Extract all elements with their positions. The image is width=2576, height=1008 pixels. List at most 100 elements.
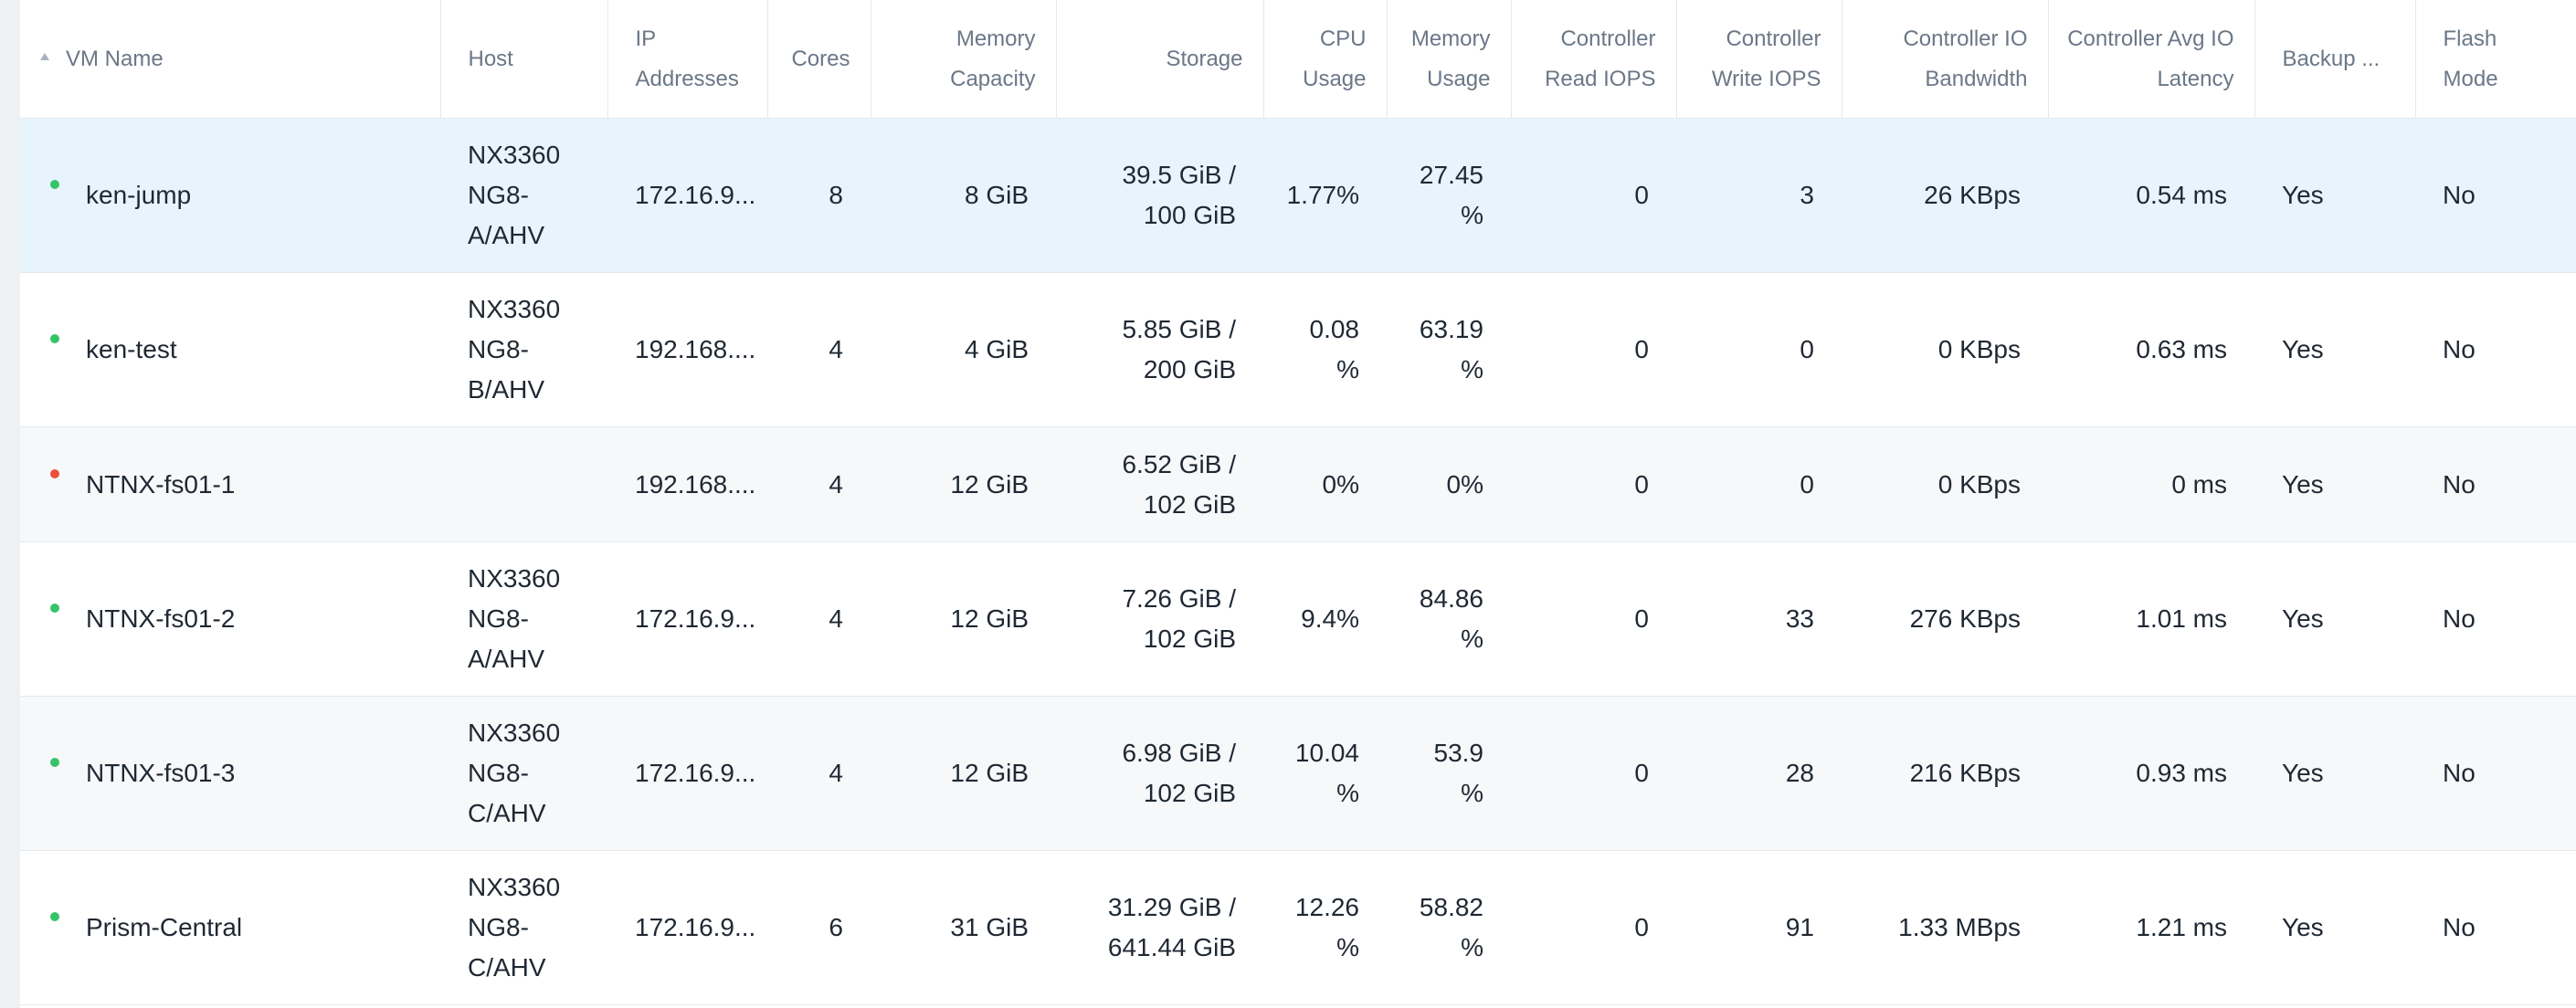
table-row[interactable]: NTNX-fs01-3 NX3360 NG8- C/AHV 172.16.9... 4 12… [20, 696, 2576, 851]
host-cell-line: NG8- [468, 335, 529, 363]
controller-io-bandwidth-cell: 276 KBps [1842, 541, 2048, 697]
host-cell-line: A/AHV [468, 221, 545, 249]
memory-usage-cell: 84.86% [1387, 541, 1511, 697]
column-header-memory-usage[interactable]: Memory Usage [1387, 0, 1512, 119]
vm-name[interactable]: NTNX-fs01-1 [86, 470, 235, 499]
host-cell: NX3360 NG8- C/AHV [440, 696, 607, 851]
controller-avg-io-latency-cell: 0 ms [2048, 426, 2254, 542]
storage-cell: 6.52 GiB / 102 GiB [1056, 426, 1263, 542]
cpu-usage-cell: 9.4% [1263, 541, 1387, 697]
storage-cell-line: 102 GiB [1143, 779, 1236, 807]
ip-address-cell: 192.168.... [607, 272, 767, 427]
controller-avg-io-latency-cell: 0.63 ms [2048, 272, 2254, 427]
storage-cell-line: 39.5 GiB / [1122, 161, 1236, 189]
controller-read-iops-cell: 0 [1511, 696, 1676, 851]
controller-write-iops-cell: 0 [1676, 272, 1842, 427]
table-row[interactable]: Prism-Central NX3360 NG8- C/AHV 172.16.9... 6… [20, 850, 2576, 1005]
controller-io-bandwidth-cell: 0 KBps [1842, 426, 2048, 542]
controller-write-iops-cell: 0 [1676, 426, 1842, 542]
ip-address-cell: 172.16.9... [607, 118, 767, 273]
status-dot-icon [50, 758, 59, 767]
storage-cell: 7.26 GiB / 102 GiB [1056, 541, 1263, 697]
cores-cell: 4 [767, 426, 871, 542]
backup-cell: Yes [2254, 541, 2415, 697]
controller-avg-io-latency-cell: 1.01 ms [2048, 541, 2254, 697]
memory-capacity-cell: 12 GiB [871, 426, 1056, 542]
column-header-controller-read-iops[interactable]: Controller Read IOPS [1511, 0, 1677, 119]
memory-usage-cell: 53.9% [1387, 696, 1511, 851]
storage-cell-line: 100 GiB [1143, 201, 1236, 229]
controller-write-iops-cell: 3 [1676, 118, 1842, 273]
storage-cell-line: 200 GiB [1143, 355, 1236, 383]
cores-cell: 4 [767, 541, 871, 697]
host-cell-line: NG8- [468, 913, 529, 941]
cpu-usage-cell: 1.77% [1263, 118, 1387, 273]
vm-name[interactable]: ken-jump [86, 181, 191, 209]
cores-cell: 4 [767, 272, 871, 427]
cpu-usage-cell: 12.26% [1263, 850, 1387, 1005]
column-header-backup[interactable]: Backup ... [2254, 0, 2416, 119]
memory-usage-cell-line: % [1461, 933, 1483, 961]
vm-name-cell[interactable]: NTNX-fs01-1 [20, 426, 440, 542]
vm-name[interactable]: NTNX-fs01-3 [86, 759, 235, 787]
column-header-controller-avg-io-latency[interactable]: Controller Avg IO Latency [2048, 0, 2255, 119]
table-body: ken-jump NX3360 NG8- A/AHV 172.16.9... 8 8 GiB… [20, 118, 2576, 1005]
controller-read-iops-cell: 0 [1511, 272, 1676, 427]
column-header-vm-name[interactable]: VM Name [20, 0, 441, 119]
vm-name-cell[interactable]: NTNX-fs01-3 [20, 696, 440, 851]
vm-name[interactable]: Prism-Central [86, 913, 242, 941]
vm-name-cell[interactable]: Prism-Central [20, 850, 440, 1005]
backup-cell: Yes [2254, 118, 2415, 273]
column-header-memory-capacity[interactable]: Memory Capacity [871, 0, 1057, 119]
table-row[interactable]: ken-test NX3360 NG8- B/AHV 192.168.... 4 4 GiB… [20, 272, 2576, 427]
memory-usage-cell-line: % [1461, 201, 1483, 229]
column-header-controller-io-bandwidth[interactable]: Controller IO Bandwidth [1842, 0, 2049, 119]
vm-table: VM Name Host IP Addresses Cores Memory C… [20, 0, 2576, 1005]
host-cell [440, 426, 607, 542]
memory-usage-cell-line: 53.9 [1433, 739, 1484, 767]
storage-cell-line: 6.98 GiB / [1122, 739, 1236, 767]
storage-cell-line: 31.29 GiB / [1107, 893, 1236, 921]
column-header-flash-mode[interactable]: Flash Mode [2415, 0, 2576, 119]
table-header-row: VM Name Host IP Addresses Cores Memory C… [20, 0, 2576, 119]
host-cell-line: B/AHV [468, 375, 545, 404]
status-dot-icon [50, 912, 59, 921]
vm-name-cell[interactable]: ken-jump [20, 118, 440, 273]
cores-cell: 4 [767, 696, 871, 851]
storage-cell-line: 7.26 GiB / [1122, 584, 1236, 613]
cpu-usage-cell: 10.04% [1263, 696, 1387, 851]
column-header-host[interactable]: Host [440, 0, 608, 119]
vm-name-cell[interactable]: NTNX-fs01-2 [20, 541, 440, 697]
column-header-ip-addresses[interactable]: IP Addresses [607, 0, 768, 119]
storage-cell-line: 6.52 GiB / [1122, 449, 1236, 478]
memory-usage-cell-line: % [1461, 625, 1483, 653]
column-header-storage[interactable]: Storage [1056, 0, 1264, 119]
vm-name[interactable]: ken-test [86, 335, 177, 363]
column-header-cpu-usage[interactable]: CPU Usage [1263, 0, 1388, 119]
memory-capacity-cell: 8 GiB [871, 118, 1056, 273]
backup-cell: Yes [2254, 426, 2415, 542]
column-header-cores[interactable]: Cores [767, 0, 871, 119]
sort-ascending-icon[interactable] [40, 53, 49, 60]
table-row[interactable]: NTNX-fs01-2 NX3360 NG8- A/AHV 172.16.9... 4 12… [20, 541, 2576, 697]
host-cell-line: NG8- [468, 604, 529, 633]
controller-avg-io-latency-cell: 0.54 ms [2048, 118, 2254, 273]
host-cell-line: NX3360 [468, 141, 561, 169]
column-header-controller-write-iops[interactable]: Controller Write IOPS [1676, 0, 1842, 119]
storage-cell: 39.5 GiB / 100 GiB [1056, 118, 1263, 273]
ip-address-cell: 172.16.9... [607, 541, 767, 697]
memory-usage-cell-line: % [1461, 779, 1483, 807]
table-row[interactable]: NTNX-fs01-1 192.168.... 4 12 GiB 6.52 GiB / 1… [20, 426, 2576, 542]
memory-usage-cell-line: 63.19 [1419, 315, 1483, 343]
storage-cell-line: 102 GiB [1143, 625, 1236, 653]
vm-name-cell[interactable]: ken-test [20, 272, 440, 427]
host-cell-line: NX3360 [468, 564, 561, 593]
cpu-usage-cell-line: 1.77% [1286, 181, 1359, 209]
flash-mode-cell: No [2415, 426, 2576, 542]
table-row[interactable]: ken-jump NX3360 NG8- A/AHV 172.16.9... 8 8 GiB… [20, 118, 2576, 273]
controller-read-iops-cell: 0 [1511, 541, 1676, 697]
host-cell-line: NG8- [468, 759, 529, 787]
cpu-usage-cell-line: % [1336, 933, 1359, 961]
cpu-usage-cell-line: 10.04 [1294, 739, 1359, 767]
vm-name[interactable]: NTNX-fs01-2 [86, 604, 235, 633]
